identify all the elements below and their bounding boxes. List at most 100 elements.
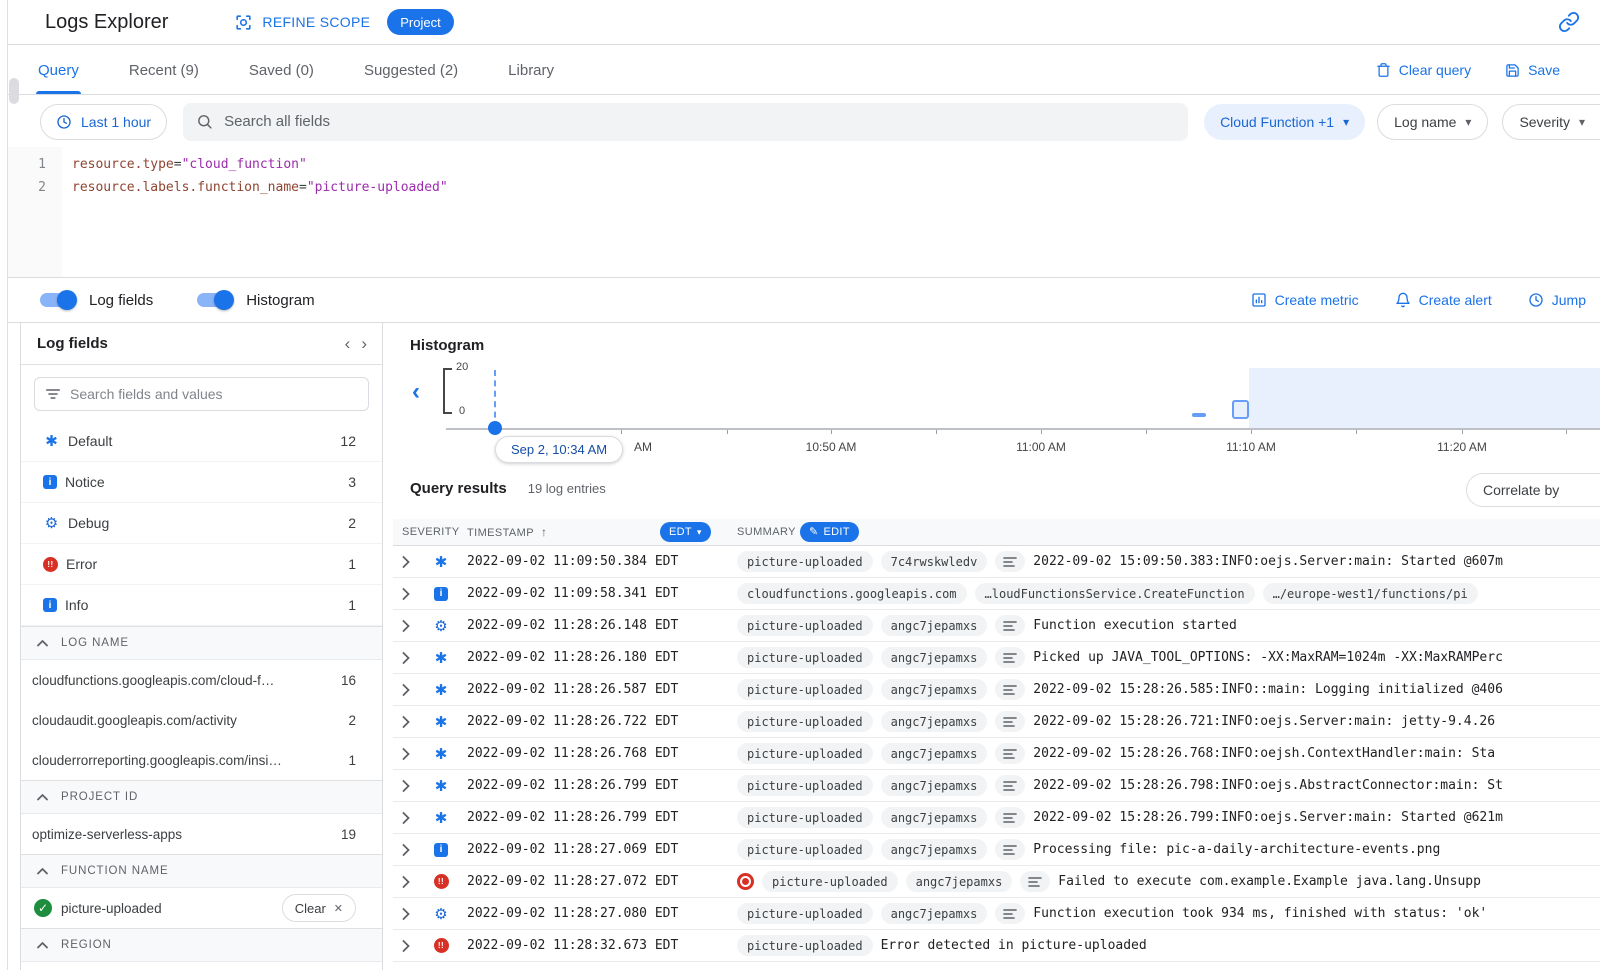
collapse-panel-left-icon[interactable]: ‹ xyxy=(345,334,351,354)
query-code-area[interactable]: resource.type="cloud_function"resource.l… xyxy=(62,153,1600,277)
expand-chevron-icon[interactable] xyxy=(402,940,426,952)
tab-library[interactable]: Library xyxy=(506,46,556,94)
summary-chip[interactable]: angc7jepamxs xyxy=(881,807,988,828)
tab-saved-0[interactable]: Saved (0) xyxy=(247,46,316,94)
histogram-bar[interactable] xyxy=(1192,413,1206,417)
summary-chip[interactable]: picture-uploaded xyxy=(737,711,873,732)
log-entry-row[interactable]: ✱2022-09-02 11:09:50.384 EDTpicture-uplo… xyxy=(393,546,1600,578)
log-field-item[interactable]: cloudfunctions.googleapis.com/cloud-f…16 xyxy=(21,660,382,700)
log-field-item[interactable]: cloudaudit.googleapis.com/activity2 xyxy=(21,700,382,740)
save-button[interactable]: Save xyxy=(1505,62,1560,78)
refine-scope-button[interactable]: REFINE SCOPE xyxy=(234,13,370,32)
clear-query-button[interactable]: Clear query xyxy=(1376,62,1471,78)
log-field-item[interactable]: ✓picture-uploadedClear✕ xyxy=(21,888,382,928)
log-entry-row[interactable]: ⚙2022-09-02 11:28:26.148 EDTpicture-uplo… xyxy=(393,610,1600,642)
time-range-button[interactable]: Last 1 hour xyxy=(40,104,167,140)
summary-chip[interactable]: picture-uploaded xyxy=(737,903,873,924)
log-summary-lines-icon[interactable] xyxy=(1020,871,1050,892)
histogram-chart[interactable]: ‹ 20 0 AM10:50 AM11:00 AM11:10 AM11:20 A… xyxy=(384,358,1600,478)
log-entry-row[interactable]: ✱2022-09-02 11:28:26.587 EDTpicture-uplo… xyxy=(393,674,1600,706)
create-alert-button[interactable]: Create alert xyxy=(1395,292,1492,308)
section-header-log-name[interactable]: LOG NAME xyxy=(21,626,382,660)
column-timestamp[interactable]: TIMESTAMP↑ xyxy=(467,519,547,547)
log-field-severity-debug[interactable]: ⚙Debug2 xyxy=(21,503,382,544)
summary-chip[interactable]: picture-uploaded xyxy=(737,615,873,636)
log-name-filter-chip[interactable]: Log name ▾ xyxy=(1377,104,1488,140)
summary-chip[interactable]: angc7jepamxs xyxy=(906,871,1013,892)
log-entry-row[interactable]: ✱2022-09-02 11:28:26.768 EDTpicture-uplo… xyxy=(393,738,1600,770)
log-fields-search-input[interactable] xyxy=(70,386,358,402)
log-entry-row[interactable]: ✱2022-09-02 11:28:26.722 EDTpicture-uplo… xyxy=(393,706,1600,738)
summary-chip[interactable]: 7c4rwskwledv xyxy=(881,551,988,572)
jump-to-now-button[interactable]: Jump xyxy=(1528,292,1586,308)
histogram-selection-region[interactable] xyxy=(1249,368,1600,428)
summary-chip[interactable]: picture-uploaded xyxy=(737,679,873,700)
summary-chip[interactable]: angc7jepamxs xyxy=(881,839,988,860)
log-summary-lines-icon[interactable] xyxy=(995,903,1025,924)
tab-suggested-2[interactable]: Suggested (2) xyxy=(362,46,460,94)
log-field-item[interactable]: optimize-serverless-apps19 xyxy=(21,814,382,854)
selection-time-pill[interactable]: Sep 2, 10:34 AM xyxy=(495,436,623,463)
log-field-severity-info[interactable]: iInfo1 xyxy=(21,585,382,626)
summary-chip[interactable]: picture-uploaded xyxy=(737,647,873,668)
summary-chip[interactable]: picture-uploaded xyxy=(737,743,873,764)
log-entry-row[interactable]: ✱2022-09-02 11:28:26.799 EDTpicture-uplo… xyxy=(393,770,1600,802)
clear-filter-button[interactable]: Clear✕ xyxy=(282,894,356,922)
log-summary-lines-icon[interactable] xyxy=(995,743,1025,764)
summary-chip[interactable]: angc7jepamxs xyxy=(881,647,988,668)
section-header-project-id[interactable]: PROJECT ID xyxy=(21,780,382,814)
section-header-function-name[interactable]: FUNCTION NAME xyxy=(21,854,382,888)
summary-chip[interactable]: angc7jepamxs xyxy=(881,615,988,636)
expand-chevron-icon[interactable] xyxy=(402,908,426,920)
log-summary-lines-icon[interactable] xyxy=(995,647,1025,668)
search-input[interactable] xyxy=(224,113,1175,130)
expand-chevron-icon[interactable] xyxy=(402,812,426,824)
log-entry-row[interactable]: !!2022-09-02 11:28:27.072 EDTpicture-upl… xyxy=(393,866,1600,898)
share-link-icon[interactable] xyxy=(1558,11,1580,33)
log-entry-row[interactable]: ✱2022-09-02 11:28:26.799 EDTpicture-uplo… xyxy=(393,802,1600,834)
section-header-region[interactable]: REGION xyxy=(21,928,382,962)
histogram-scroll-left-icon[interactable]: ‹ xyxy=(412,380,420,404)
expand-chevron-icon[interactable] xyxy=(402,844,426,856)
project-scope-badge[interactable]: Project xyxy=(387,9,453,35)
sort-ascending-icon[interactable]: ↑ xyxy=(541,525,547,539)
time-range-handle[interactable] xyxy=(488,421,502,435)
log-entry-row[interactable]: ⚙2022-09-02 11:28:27.080 EDTpicture-uplo… xyxy=(393,898,1600,930)
log-entry-row[interactable]: i2022-09-02 11:28:27.069 EDTpicture-uplo… xyxy=(393,834,1600,866)
log-entry-row[interactable]: i2022-09-02 11:09:58.341 EDTcloudfunctio… xyxy=(393,578,1600,610)
expand-chevron-icon[interactable] xyxy=(402,556,426,568)
log-summary-lines-icon[interactable] xyxy=(995,615,1025,636)
resource-filter-chip[interactable]: Cloud Function +1 ▾ xyxy=(1204,104,1365,140)
correlate-by-button[interactable]: Correlate by xyxy=(1466,473,1600,507)
severity-filter-chip[interactable]: Severity ▾ xyxy=(1502,104,1600,140)
log-summary-lines-icon[interactable] xyxy=(995,807,1025,828)
expand-chevron-icon[interactable] xyxy=(402,588,426,600)
log-fields-toggle[interactable] xyxy=(40,293,74,307)
log-field-item[interactable]: clouderrorreporting.googleapis.com/insi…… xyxy=(21,740,382,780)
summary-chip[interactable]: …loudFunctionsService.CreateFunction xyxy=(975,583,1255,604)
edit-summary-button[interactable]: ✎EDIT xyxy=(800,522,859,542)
expand-chevron-icon[interactable] xyxy=(402,684,426,696)
log-summary-lines-icon[interactable] xyxy=(995,839,1025,860)
query-editor[interactable]: 12 resource.type="cloud_function"resourc… xyxy=(8,147,1600,278)
log-summary-lines-icon[interactable] xyxy=(995,679,1025,700)
timezone-selector-button[interactable]: EDT▾ xyxy=(660,522,711,542)
expand-panel-right-icon[interactable]: › xyxy=(361,334,367,354)
log-field-severity-notice[interactable]: iNotice3 xyxy=(21,462,382,503)
summary-chip[interactable]: angc7jepamxs xyxy=(881,903,988,924)
tab-recent-9[interactable]: Recent (9) xyxy=(127,46,201,94)
log-field-severity-error[interactable]: !!Error1 xyxy=(21,544,382,585)
expand-chevron-icon[interactable] xyxy=(402,876,426,888)
tab-query[interactable]: Query xyxy=(36,46,81,94)
summary-chip[interactable]: picture-uploaded xyxy=(762,871,898,892)
histogram-toggle[interactable] xyxy=(197,293,231,307)
log-field-severity-default[interactable]: ✱Default12 xyxy=(21,421,382,462)
summary-chip[interactable]: …/europe-west1/functions/pi xyxy=(1263,583,1478,604)
log-entry-row[interactable]: !!2022-09-02 11:28:32.673 EDTpicture-upl… xyxy=(393,930,1600,962)
expand-chevron-icon[interactable] xyxy=(402,652,426,664)
summary-chip[interactable]: angc7jepamxs xyxy=(881,743,988,764)
expand-chevron-icon[interactable] xyxy=(402,620,426,632)
create-metric-button[interactable]: Create metric xyxy=(1251,292,1359,308)
log-summary-lines-icon[interactable] xyxy=(995,711,1025,732)
log-entry-row[interactable]: ✱2022-09-02 11:28:26.180 EDTpicture-uplo… xyxy=(393,642,1600,674)
